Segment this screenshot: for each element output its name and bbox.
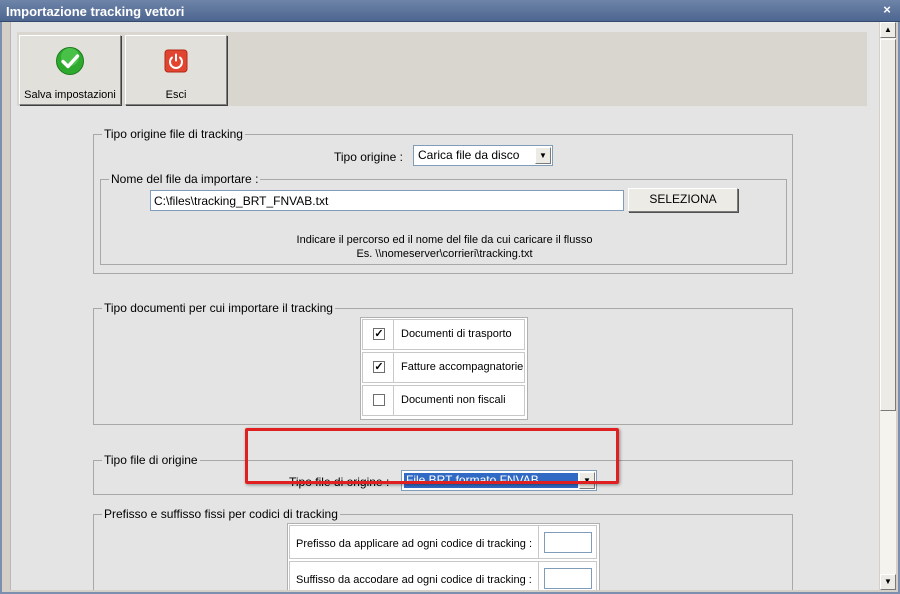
settings-page: Salva impostazioni Esci Tipo origine fil… <box>10 22 879 590</box>
checkbox-label: Documenti di trasporto <box>401 328 512 340</box>
prefix-table: Prefisso da applicare ad ogni codice di … <box>287 523 600 590</box>
checkbox-label: Documenti non fiscali <box>401 394 506 406</box>
save-settings-label: Salva impostazioni <box>24 89 116 101</box>
select-file-button[interactable]: SELEZIONA <box>628 188 738 212</box>
scroll-up-icon[interactable]: ▲ <box>880 22 896 38</box>
save-settings-button[interactable]: Salva impostazioni <box>19 35 121 105</box>
highlight-box <box>245 428 619 484</box>
file-group: Nome del file da importare : C:\files\tr… <box>100 172 787 265</box>
file-group-legend: Nome del file da importare : <box>109 172 261 186</box>
vertical-scrollbar[interactable]: ▲ ▼ <box>880 22 896 590</box>
toolbar: Salva impostazioni Esci <box>17 32 867 106</box>
check-icon <box>56 47 84 75</box>
origin-type-label: Tipo origine : <box>334 150 403 164</box>
close-icon[interactable]: × <box>880 3 894 17</box>
file-hint-line2: Es. \\nomeserver\corrieri\tracking.txt <box>356 248 533 260</box>
prefix-row: Prefisso da applicare ad ogni codice di … <box>289 525 597 559</box>
prefix-group: Prefisso e suffisso fissi per codici di … <box>93 507 793 590</box>
checkbox-invoices[interactable]: ✓ <box>373 361 385 373</box>
prefix-group-legend: Prefisso e suffisso fissi per codici di … <box>102 507 340 521</box>
checkbox-non-fiscal-docs[interactable] <box>373 394 385 406</box>
document-type-row: Documenti non fiscali <box>362 385 525 416</box>
scroll-down-icon[interactable]: ▼ <box>880 574 896 590</box>
suffix-row: Suffisso da accodare ad ogni codice di t… <box>289 561 597 590</box>
origin-group: Tipo origine file di tracking Tipo origi… <box>93 127 793 274</box>
suffix-input[interactable] <box>544 568 592 589</box>
power-icon <box>164 49 188 73</box>
origin-group-legend: Tipo origine file di tracking <box>102 127 245 141</box>
documents-group: Tipo documenti per cui importare il trac… <box>93 301 793 425</box>
window-titlebar: Importazione tracking vettori × <box>0 0 900 22</box>
window-title: Importazione tracking vettori <box>6 4 185 19</box>
chevron-down-icon[interactable]: ▼ <box>535 147 551 164</box>
origin-type-select[interactable]: Carica file da disco ▼ <box>413 145 553 166</box>
filetype-group-legend: Tipo file di origine <box>102 453 200 467</box>
suffix-label: Suffisso da accodare ad ogni codice di t… <box>296 574 532 586</box>
document-type-row: ✓ Documenti di trasporto <box>362 319 525 350</box>
document-type-row: ✓ Fatture accompagnatorie <box>362 352 525 383</box>
origin-type-value: Carica file da disco <box>418 148 520 162</box>
window-client: Salva impostazioni Esci Tipo origine fil… <box>0 22 900 594</box>
documents-group-legend: Tipo documenti per cui importare il trac… <box>102 301 335 315</box>
exit-button[interactable]: Esci <box>125 35 227 105</box>
scroll-thumb[interactable] <box>880 39 896 411</box>
prefix-input[interactable] <box>544 532 592 553</box>
checkbox-label: Fatture accompagnatorie <box>401 361 524 373</box>
checkbox-transport-docs[interactable]: ✓ <box>373 328 385 340</box>
file-hint-line1: Indicare il percorso ed il nome del file… <box>296 234 593 246</box>
file-path-input[interactable]: C:\files\tracking_BRT_FNVAB.txt <box>150 190 624 211</box>
documents-table: ✓ Documenti di trasporto ✓ Fatture accom… <box>360 317 528 420</box>
prefix-label: Prefisso da applicare ad ogni codice di … <box>296 538 533 550</box>
exit-label: Esci <box>165 89 187 101</box>
